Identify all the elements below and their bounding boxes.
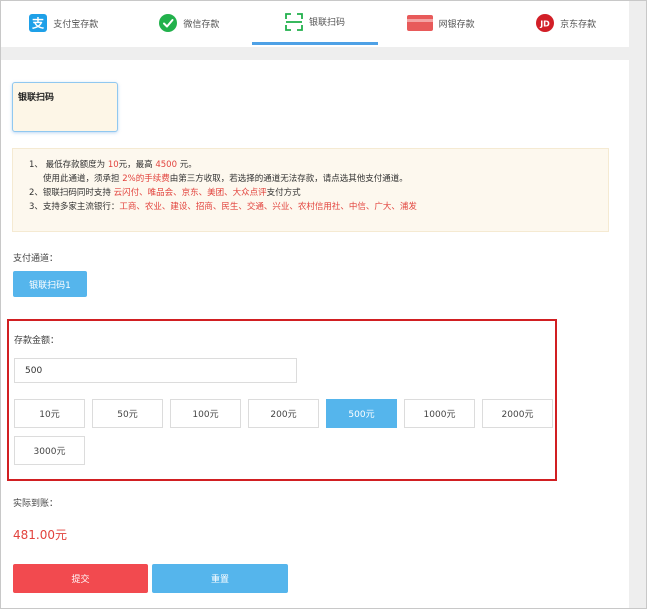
tab-label: 微信存款 [183, 19, 220, 30]
notice-line-4: 3、支持多家主流银行：工商、农业、建设、招商、民生、交通、兴业、农村信用社、中信… [29, 202, 417, 212]
deposit-window: 支 支付宝存款 微信存款 银联扫码 网银存款 JD 京东存款 银联扫码 1、 最… [0, 0, 647, 609]
min-amount: 10 [107, 160, 119, 170]
amount-option-200[interactable]: 200元 [248, 399, 319, 428]
scan-icon [285, 12, 303, 31]
amount-option-3000[interactable]: 3000元 [14, 436, 85, 465]
supported-apps: 云闪付、唯品会、京东、美团、大众点评 [113, 188, 267, 198]
notice-line-2: 使用此通道，须承担 2%的手续费由第三方收取，若选择的通道无法存款，请点选其他支… [43, 174, 408, 184]
payment-tabs: 支 支付宝存款 微信存款 银联扫码 网银存款 JD 京东存款 [1, 1, 629, 47]
notice-line-1: 1、 最低存款额度为 10元，最高 4500 元。 [29, 160, 197, 170]
amount-option-100[interactable]: 100元 [170, 399, 241, 428]
amount-option-2000[interactable]: 2000元 [482, 399, 553, 428]
amount-label: 存款金额： [14, 336, 60, 346]
selected-method-card[interactable]: 银联扫码 [12, 82, 118, 132]
channel-button-unionpay-1[interactable]: 银联扫码1 [13, 271, 87, 297]
jd-icon: JD [536, 14, 555, 32]
supported-banks: 工商、农业、建设、招商、民生、交通、兴业、农村信用社、中信、广大、浦发 [119, 202, 417, 212]
method-card-label: 银联扫码 [18, 93, 55, 103]
tab-online-banking[interactable]: 网银存款 [378, 1, 504, 45]
amount-input[interactable] [14, 358, 297, 383]
max-amount: 4500 [155, 160, 177, 170]
wechat-icon [159, 14, 178, 32]
tab-separator [1, 47, 629, 60]
tab-label: 京东存款 [560, 19, 597, 30]
reset-button[interactable]: 重置 [152, 564, 288, 593]
tab-wechat[interactable]: 微信存款 [127, 1, 253, 45]
tab-unionpay-scan[interactable]: 银联扫码 [252, 1, 378, 45]
amount-section: 存款金额： 10元 50元 100元 200元 500元 1000元 2000元… [7, 319, 557, 481]
fee-text: 2%的手续费 [122, 174, 170, 184]
alipay-icon: 支 [29, 14, 48, 32]
tab-label: 支付宝存款 [53, 19, 99, 30]
tab-label: 银联扫码 [308, 18, 345, 28]
amount-option-10[interactable]: 10元 [14, 399, 85, 428]
channel-label: 支付通道： [13, 254, 59, 264]
amount-option-500[interactable]: 500元 [326, 399, 397, 428]
right-gutter [629, 1, 646, 608]
svg-text:JD: JD [539, 20, 550, 29]
tab-alipay[interactable]: 支 支付宝存款 [1, 1, 127, 45]
deposit-notice: 1、 最低存款额度为 10元，最高 4500 元。 使用此通道，须承担 2%的手… [12, 148, 609, 232]
submit-button[interactable]: 提交 [13, 564, 148, 593]
notice-line-3: 2、银联扫码同时支持 云闪付、唯品会、京东、美团、大众点评支付方式 [29, 188, 301, 198]
svg-text:支: 支 [31, 16, 45, 31]
tab-label: 网银存款 [438, 19, 475, 30]
amount-option-50[interactable]: 50元 [92, 399, 163, 428]
amount-option-1000[interactable]: 1000元 [404, 399, 475, 428]
tab-jd[interactable]: JD 京东存款 [503, 1, 629, 45]
actual-amount-label: 实际到账： [13, 499, 59, 509]
deposit-form: 银联扫码 1、 最低存款额度为 10元，最高 4500 元。 使用此通道，须承担… [1, 60, 629, 608]
bank-card-icon [406, 14, 433, 32]
actual-amount-value: 481.00元 [13, 528, 67, 542]
